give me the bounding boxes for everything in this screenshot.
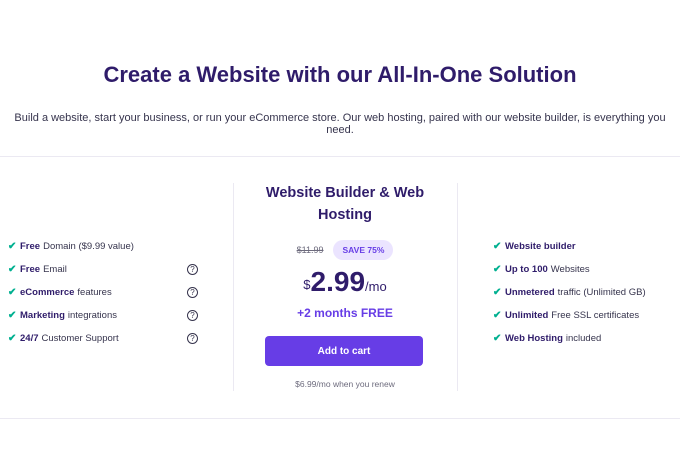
- feature-item: ✔ Web Hosting included: [493, 327, 673, 350]
- old-price: $11.99: [296, 245, 324, 255]
- save-badge: SAVE 75%: [333, 240, 394, 260]
- check-icon: ✔: [493, 264, 502, 275]
- feature-item: ✔ Unlimited Free SSL certificates: [493, 304, 673, 327]
- feature-text: Domain ($9.99 value): [43, 241, 134, 252]
- price-row: $11.99 SAVE 75%: [234, 240, 456, 260]
- feature-text: Customer Support: [41, 333, 119, 344]
- feature-highlight: Unmetered: [505, 287, 555, 298]
- feature-highlight: 24/7: [20, 333, 39, 344]
- price-period: /mo: [365, 279, 387, 294]
- feature-text: included: [565, 333, 602, 344]
- feature-text: features: [77, 287, 112, 298]
- question-circle-icon[interactable]: ?: [187, 310, 198, 321]
- page-subtitle: Build a website, start your business, or…: [14, 112, 666, 136]
- feature-text: integrations: [67, 310, 117, 321]
- feature-text: traffic (Unlimited GB): [557, 287, 646, 298]
- feature-item: ✔ Website builder: [493, 235, 673, 258]
- feature-text: Free SSL certificates: [551, 310, 640, 321]
- feature-highlight: Free: [20, 241, 41, 252]
- divider-top: [0, 156, 680, 157]
- feature-item: ✔ Marketing integrations ?: [8, 304, 198, 327]
- feature-text: Websites: [550, 264, 590, 275]
- check-icon: ✔: [8, 310, 17, 321]
- add-to-cart-button[interactable]: Add to cart: [265, 336, 423, 366]
- feature-highlight: Marketing: [20, 310, 65, 321]
- feature-highlight: Website builder: [505, 241, 576, 252]
- check-icon: ✔: [493, 287, 502, 298]
- check-icon: ✔: [493, 310, 502, 321]
- check-icon: ✔: [8, 264, 17, 275]
- renew-price-text: $6.99/mo when you renew: [295, 379, 395, 389]
- feature-highlight: eCommerce: [20, 287, 75, 298]
- feature-item: ✔ Free Email ?: [8, 258, 198, 281]
- feature-text: Email: [43, 264, 67, 275]
- bonus-text: +2 months FREE: [297, 306, 393, 320]
- page-title: Create a Website with our All-In-One Sol…: [103, 62, 577, 87]
- column-divider-right: [457, 183, 458, 391]
- feature-item: ✔ Free Domain ($9.99 value): [8, 235, 198, 258]
- plan-name: Website Builder & Web Hosting: [265, 185, 425, 223]
- feature-highlight: Free: [20, 264, 41, 275]
- divider-bottom: [0, 418, 680, 419]
- check-icon: ✔: [8, 287, 17, 298]
- feature-highlight: Unlimited: [505, 310, 549, 321]
- feature-item: ✔ 24/7 Customer Support ?: [8, 327, 198, 350]
- check-icon: ✔: [493, 333, 502, 344]
- question-circle-icon[interactable]: ?: [187, 333, 198, 344]
- feature-highlight: Web Hosting: [505, 333, 563, 344]
- check-icon: ✔: [8, 241, 17, 252]
- feature-item: ✔ eCommerce features ?: [8, 281, 198, 304]
- feature-list-right: ✔ Website builder ✔ Up to 100 Websites ✔…: [493, 235, 673, 350]
- check-icon: ✔: [8, 333, 17, 344]
- current-price: $2.99/mo: [234, 266, 456, 298]
- plan-card: Website Builder & Web Hosting $11.99 SAV…: [234, 180, 456, 389]
- price-amount: 2.99: [310, 266, 366, 297]
- feature-highlight: Up to 100: [505, 264, 548, 275]
- hero-section: Create a Website with our All-In-One Sol…: [0, 0, 680, 157]
- feature-item: ✔ Unmetered traffic (Unlimited GB): [493, 281, 673, 304]
- feature-list-left: ✔ Free Domain ($9.99 value) ✔ Free Email…: [8, 235, 198, 350]
- question-circle-icon[interactable]: ?: [187, 287, 198, 298]
- feature-item: ✔ Up to 100 Websites: [493, 258, 673, 281]
- price-currency: $: [303, 277, 311, 292]
- question-circle-icon[interactable]: ?: [187, 264, 198, 275]
- check-icon: ✔: [493, 241, 502, 252]
